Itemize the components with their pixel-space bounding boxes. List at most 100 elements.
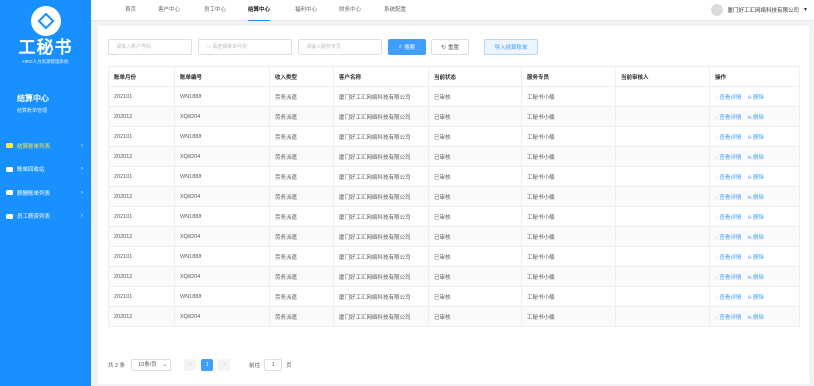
delete-link[interactable]: ⊖ 删除 <box>747 95 764 101</box>
header-actions: 操作 <box>709 66 800 87</box>
search-button-label: 搜索 <box>404 45 416 51</box>
reset-button[interactable]: ↻ 重置 <box>431 39 469 55</box>
view-detail-link[interactable]: ◌ 查看详情 <box>715 255 741 261</box>
cell-status: 已审核 <box>428 226 522 247</box>
chevron-right-icon: › <box>81 213 83 220</box>
view-detail-link[interactable]: ◌ 查看详情 <box>715 115 741 121</box>
delete-link[interactable]: ⊖ 删除 <box>747 155 764 161</box>
nav-system-config[interactable]: 系统配置 <box>384 0 406 21</box>
bill-table: 账单月份 账单编号 收入类型 客户名称 当前状态 服务专员 当前审核人 操作 2… <box>108 66 800 327</box>
cell-customer: 厦门好工汇网络科技有限公司 <box>333 266 429 287</box>
sidebar-item-label: 结算账单列表 <box>17 143 51 150</box>
sidebar-item-salary-bills[interactable]: 薪酬账单列表 › <box>0 181 91 205</box>
view-detail-link[interactable]: ◌ 查看详情 <box>715 235 741 241</box>
cell-customer: 厦门好工汇网络科技有限公司 <box>333 206 429 227</box>
search-button[interactable]: ⌕ 搜索 <box>388 39 426 55</box>
cell-actions: ◌ 查看详情 ⊖ 删除 <box>709 106 800 127</box>
refresh-icon: ↻ <box>440 44 446 51</box>
nav-customer-center[interactable]: 客户中心 <box>158 0 180 21</box>
delete-link[interactable]: ⊖ 删除 <box>747 275 764 281</box>
table-row: 202012 XQ8204 劳务派遣 厦门好工汇网络科技有限公司 已审核 工秘书小楠 ◌ 查… <box>108 186 800 207</box>
header-income-type: 收入类型 <box>269 66 334 87</box>
cell-reviewer <box>615 306 710 327</box>
service-staff-input[interactable]: 请输入服务专员 <box>298 39 382 55</box>
view-detail-label: 查看详情 <box>719 214 742 221</box>
cell-customer: 厦门好工汇网络科技有限公司 <box>333 166 429 187</box>
sidebar-menu: 结算账单列表 › 账单回收站 › 薪酬账单列表 › 员工薪资列表 › <box>0 134 91 228</box>
view-detail-label: 查看详情 <box>719 314 742 321</box>
view-detail-label: 查看详情 <box>719 194 742 201</box>
view-detail-link[interactable]: ◌ 查看详情 <box>715 175 741 181</box>
view-detail-link[interactable]: ◌ 查看详情 <box>715 195 741 201</box>
logo-icon <box>30 6 61 36</box>
delete-link[interactable]: ⊖ 删除 <box>747 315 764 321</box>
view-detail-link[interactable]: ◌ 查看详情 <box>715 315 741 321</box>
chevron-right-icon: › <box>81 142 83 149</box>
staff-icon <box>6 213 13 219</box>
cell-actions: ◌ 查看详情 ⊖ 删除 <box>709 306 800 327</box>
table-row: 202101 WN1888 劳务派遣 厦门好工汇网络科技有限公司 已审核 工秘书小楠 ◌ 查… <box>108 166 800 187</box>
nav-finance-center[interactable]: 财务中心 <box>339 0 361 21</box>
delete-link[interactable]: ⊖ 删除 <box>747 135 764 141</box>
delete-link[interactable]: ⊖ 删除 <box>747 235 764 241</box>
table-row: 202012 XQ8204 劳务派遣 厦门好工汇网络科技有限公司 已审核 工秘书小楠 ◌ 查… <box>108 106 800 127</box>
nav-home[interactable]: 首页 <box>125 0 136 21</box>
view-detail-link[interactable]: ◌ 查看详情 <box>715 155 741 161</box>
cell-actions: ◌ 查看详情 ⊖ 删除 <box>709 126 800 147</box>
cell-income-type: 劳务派遣 <box>269 266 334 287</box>
top-nav: 首页 客户中心 员工中心 结算中心 福利中心 财务中心 系统配置 厦门好工汇网络… <box>91 0 814 21</box>
delete-link[interactable]: ⊖ 删除 <box>747 215 764 221</box>
next-page-button[interactable]: › <box>218 359 231 371</box>
import-bill-button[interactable]: 导入结算账单 <box>484 39 538 55</box>
delete-link[interactable]: ⊖ 删除 <box>747 295 764 301</box>
table-row: 202101 WN1888 劳务派遣 厦门好工汇网络科技有限公司 已审核 工秘书小楠 ◌ 查… <box>108 286 800 307</box>
header-customer: 客户名称 <box>333 66 429 87</box>
nav-employee-center[interactable]: 员工中心 <box>204 0 226 21</box>
view-detail-link[interactable]: ◌ 查看详情 <box>715 95 741 101</box>
account-no-input[interactable]: 请输入账户号码 <box>108 39 192 55</box>
delete-link[interactable]: ⊖ 删除 <box>747 255 764 261</box>
sidebar-item-staff-salary[interactable]: 员工薪资列表 › <box>0 205 91 229</box>
cell-status: 已审核 <box>428 126 522 147</box>
nav-settlement-center[interactable]: 结算中心 <box>248 0 271 21</box>
page-size-value: 10条/页 <box>138 362 157 368</box>
page-number-current[interactable]: 1 <box>201 359 214 371</box>
cell-month: 202101 <box>108 286 175 307</box>
nav-welfare-center[interactable]: 福利中心 <box>295 0 317 21</box>
delete-label: 删除 <box>752 274 764 281</box>
view-detail-link[interactable]: ◌ 查看详情 <box>715 135 741 141</box>
cell-month: 202012 <box>108 186 175 207</box>
cell-actions: ◌ 查看详情 ⊖ 删除 <box>709 226 800 247</box>
user-menu[interactable]: 厦门好工汇网络科技有限公司 ▼ <box>710 4 808 16</box>
cell-month: 202101 <box>108 126 175 147</box>
cell-month: 202101 <box>108 86 175 107</box>
delete-link[interactable]: ⊖ 删除 <box>747 175 764 181</box>
prev-page-button[interactable]: ‹ <box>184 359 197 371</box>
pagination: 共 2 条 10条/页 ⌄ ‹ 1 › 前往 1 页 <box>108 359 292 371</box>
goto-label: 前往 <box>249 363 261 369</box>
cell-reviewer <box>615 246 710 267</box>
cell-actions: ◌ 查看详情 ⊖ 删除 <box>709 266 800 287</box>
month-picker[interactable]: ▭ 请选择账单月份 <box>198 39 292 55</box>
salary-icon <box>6 190 13 196</box>
cell-month: 202101 <box>108 166 175 187</box>
view-detail-link[interactable]: ◌ 查看详情 <box>715 215 741 221</box>
view-detail-label: 查看详情 <box>719 274 742 281</box>
cell-customer: 厦门好工汇网络科技有限公司 <box>333 186 429 207</box>
goto-page-input[interactable]: 1 <box>264 359 283 371</box>
recycle-icon <box>6 166 13 172</box>
delete-link[interactable]: ⊖ 删除 <box>747 115 764 121</box>
cell-income-type: 劳务派遣 <box>269 246 334 267</box>
page-size-select[interactable]: 10条/页 ⌄ <box>131 359 172 371</box>
sidebar-item-recycle-bin[interactable]: 账单回收站 › <box>0 158 91 182</box>
view-detail-link[interactable]: ◌ 查看详情 <box>715 275 741 281</box>
delete-label: 删除 <box>752 294 764 301</box>
delete-link[interactable]: ⊖ 删除 <box>747 195 764 201</box>
view-detail-link[interactable]: ◌ 查看详情 <box>715 295 741 301</box>
cell-bill-no: XQ8204 <box>174 106 270 127</box>
cell-customer: 厦门好工汇网络科技有限公司 <box>333 126 429 147</box>
sidebar-item-settlement-bills[interactable]: 结算账单列表 › <box>0 134 91 158</box>
cell-status: 已审核 <box>428 206 522 227</box>
chevron-down-icon: ⌄ <box>162 362 168 368</box>
table-row: 202012 XQ8204 劳务派遣 厦门好工汇网络科技有限公司 已审核 工秘书小楠 ◌ 查… <box>108 226 800 247</box>
